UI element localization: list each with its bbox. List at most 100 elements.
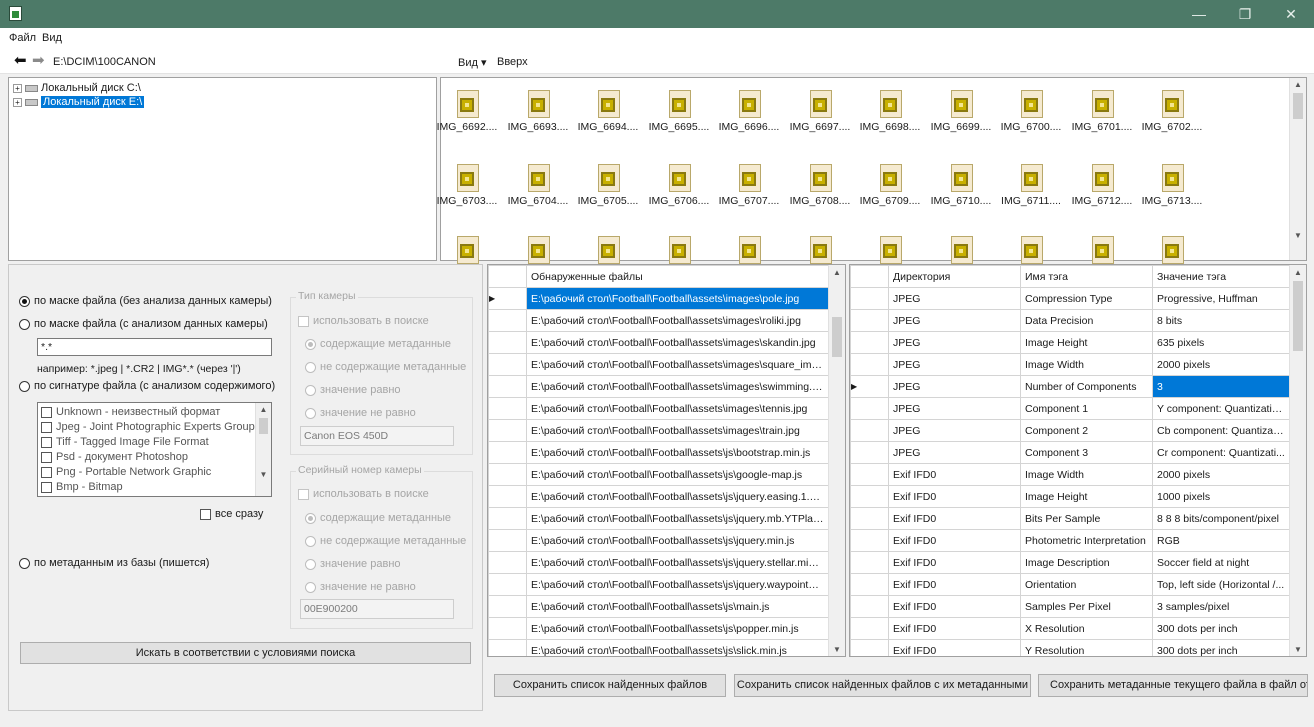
found-file-path[interactable]: E:\рабочий стол\Football\Football\assets… bbox=[526, 573, 829, 596]
found-file-path[interactable]: E:\рабочий стол\Football\Football\assets… bbox=[526, 419, 829, 442]
camera-model-input[interactable]: Canon EOS 450D bbox=[300, 426, 454, 446]
tag-value[interactable]: 300 dots per inch bbox=[1152, 617, 1291, 640]
file-name-label[interactable]: IMG_6696.... bbox=[717, 121, 781, 133]
scroll-thumb[interactable] bbox=[832, 317, 842, 357]
file-name-label[interactable]: IMG_6711.... bbox=[999, 195, 1063, 207]
row-header[interactable] bbox=[850, 463, 889, 486]
found-file-path[interactable]: E:\рабочий стол\Football\Football\assets… bbox=[526, 595, 829, 618]
found-file-path[interactable]: E:\рабочий стол\Football\Football\assets… bbox=[526, 397, 829, 420]
view-dropdown[interactable]: Вид ▾ bbox=[458, 56, 486, 69]
row-header[interactable] bbox=[488, 551, 527, 574]
image-file-icon[interactable] bbox=[528, 236, 550, 264]
metadata-row[interactable]: JPEG Data Precision 8 bits bbox=[850, 309, 1291, 332]
tag-value[interactable]: Cb component: Quantizati... bbox=[1152, 419, 1291, 442]
tag-value[interactable]: 1000 pixels bbox=[1152, 485, 1291, 508]
radio-signature[interactable]: по сигнатуре файла (с анализом содержимо… bbox=[19, 380, 275, 392]
row-header[interactable] bbox=[488, 397, 527, 420]
radio-icon[interactable] bbox=[305, 581, 316, 593]
close-button[interactable]: ✕ bbox=[1268, 0, 1314, 28]
radio-icon[interactable] bbox=[305, 512, 316, 524]
column-header-directory[interactable]: Директория bbox=[888, 265, 1021, 288]
tag-value[interactable]: Y component: Quantizatio... bbox=[1152, 397, 1291, 420]
metadata-row[interactable]: Exif IFD0 Bits Per Sample 8 8 8 bits/compo… bbox=[850, 507, 1291, 530]
tag-directory[interactable]: JPEG bbox=[888, 397, 1021, 420]
file-name-label[interactable]: IMG_6712.... bbox=[1070, 195, 1134, 207]
found-file-row[interactable]: E:\рабочий стол\Football\Football\assets… bbox=[488, 463, 829, 486]
metadata-row[interactable]: Exif IFD0 Samples Per Pixel 3 samples/pixe… bbox=[850, 595, 1291, 618]
tag-name[interactable]: Component 2 bbox=[1020, 419, 1153, 442]
image-file-icon[interactable] bbox=[739, 164, 761, 192]
camera-not-contains-radio[interactable]: не содержащие метаданные bbox=[305, 361, 466, 373]
camera-contains-radio[interactable]: содержащие метаданные bbox=[305, 338, 451, 350]
scroll-down-icon[interactable]: ▼ bbox=[1290, 231, 1306, 240]
file-name-label[interactable]: IMG_6700.... bbox=[999, 121, 1063, 133]
tag-value[interactable]: Progressive, Huffman bbox=[1152, 287, 1291, 310]
image-file-icon[interactable] bbox=[880, 164, 902, 192]
scroll-thumb[interactable] bbox=[259, 418, 268, 434]
file-name-label[interactable]: IMG_6704.... bbox=[506, 195, 570, 207]
metadata-row[interactable]: JPEG Image Width 2000 pixels bbox=[850, 353, 1291, 376]
row-header[interactable] bbox=[488, 353, 527, 376]
save-found-with-metadata-button[interactable]: Сохранить список найденных файлов с их м… bbox=[734, 674, 1031, 697]
scroll-up-icon[interactable]: ▲ bbox=[1290, 268, 1306, 277]
found-file-row[interactable]: E:\рабочий стол\Football\Football\assets… bbox=[488, 309, 829, 332]
forward-arrow-icon[interactable]: ➡ bbox=[32, 53, 45, 69]
image-file-icon[interactable] bbox=[528, 164, 550, 192]
metadata-row[interactable]: Exif IFD0 Image Height 1000 pixels bbox=[850, 485, 1291, 508]
file-name-label[interactable]: IMG_6709.... bbox=[858, 195, 922, 207]
tag-name[interactable]: Compression Type bbox=[1020, 287, 1153, 310]
expand-icon[interactable]: + bbox=[13, 97, 22, 107]
file-name-label[interactable]: IMG_6692.... bbox=[435, 121, 499, 133]
image-file-icon[interactable] bbox=[598, 90, 620, 118]
row-header[interactable] bbox=[850, 573, 889, 596]
found-files-grid[interactable]: Обнаруженные файлы ▶ E:\рабочий стол\Foot… bbox=[487, 264, 846, 657]
row-header[interactable] bbox=[850, 485, 889, 508]
tag-directory[interactable]: Exif IFD0 bbox=[888, 595, 1021, 618]
file-name-label[interactable]: IMG_6695.... bbox=[647, 121, 711, 133]
file-name-label[interactable]: IMG_6699.... bbox=[929, 121, 993, 133]
tag-name[interactable]: Bits Per Sample bbox=[1020, 507, 1153, 530]
metadata-row[interactable]: Exif IFD0 Orientation Top, left side (Hori… bbox=[850, 573, 1291, 596]
image-file-icon[interactable] bbox=[951, 90, 973, 118]
file-name-label[interactable]: IMG_6705.... bbox=[576, 195, 640, 207]
row-header[interactable]: ▶ bbox=[850, 375, 889, 398]
image-file-icon[interactable] bbox=[1021, 236, 1043, 264]
image-file-icon[interactable] bbox=[951, 236, 973, 264]
checkbox-icon[interactable] bbox=[41, 421, 52, 433]
serial-contains-radio[interactable]: содержащие метаданные bbox=[305, 512, 451, 524]
found-file-path[interactable]: E:\рабочий стол\Football\Football\assets… bbox=[526, 617, 829, 640]
found-file-row[interactable]: E:\рабочий стол\Football\Football\assets… bbox=[488, 419, 829, 442]
tag-name[interactable]: Samples Per Pixel bbox=[1020, 595, 1153, 618]
menu-view[interactable]: Вид bbox=[42, 32, 62, 44]
row-header[interactable] bbox=[850, 441, 889, 464]
save-found-files-button[interactable]: Сохранить список найденных файлов bbox=[494, 674, 726, 697]
checkbox-icon[interactable] bbox=[41, 481, 52, 493]
image-file-icon[interactable] bbox=[1021, 164, 1043, 192]
format-list-item[interactable]: Bmp - Bitmap bbox=[41, 480, 271, 495]
found-file-row[interactable]: E:\рабочий стол\Football\Football\assets… bbox=[488, 595, 829, 618]
found-file-path[interactable]: E:\рабочий стол\Football\Football\assets… bbox=[526, 639, 829, 656]
tag-name[interactable]: X Resolution bbox=[1020, 617, 1153, 640]
tag-name[interactable]: Image Width bbox=[1020, 463, 1153, 486]
image-file-icon[interactable] bbox=[810, 90, 832, 118]
row-header[interactable]: ▶ bbox=[488, 287, 527, 310]
file-name-label[interactable]: IMG_6694.... bbox=[576, 121, 640, 133]
row-header[interactable] bbox=[850, 595, 889, 618]
found-files-header[interactable]: Обнаруженные файлы bbox=[526, 265, 829, 288]
icon-view-scrollbar[interactable]: ▲ ▼ bbox=[1289, 78, 1306, 260]
tag-name[interactable]: Orientation bbox=[1020, 573, 1153, 596]
file-name-label[interactable]: IMG_6703.... bbox=[435, 195, 499, 207]
camera-equals-radio[interactable]: значение равно bbox=[305, 384, 401, 396]
checkbox-icon[interactable] bbox=[41, 451, 52, 463]
tag-value[interactable]: 300 dots per inch bbox=[1152, 639, 1291, 656]
checkbox-icon[interactable] bbox=[41, 436, 52, 448]
row-header[interactable] bbox=[488, 595, 527, 618]
tag-directory[interactable]: JPEG bbox=[888, 287, 1021, 310]
found-file-row[interactable]: E:\рабочий стол\Football\Football\assets… bbox=[488, 551, 829, 574]
title-bar[interactable] bbox=[0, 0, 1314, 28]
image-file-icon[interactable] bbox=[739, 236, 761, 264]
row-header[interactable] bbox=[488, 617, 527, 640]
tag-directory[interactable]: JPEG bbox=[888, 309, 1021, 332]
metadata-row[interactable]: JPEG Compression Type Progressive, Huffman bbox=[850, 287, 1291, 310]
scroll-up-icon[interactable]: ▲ bbox=[256, 405, 271, 414]
